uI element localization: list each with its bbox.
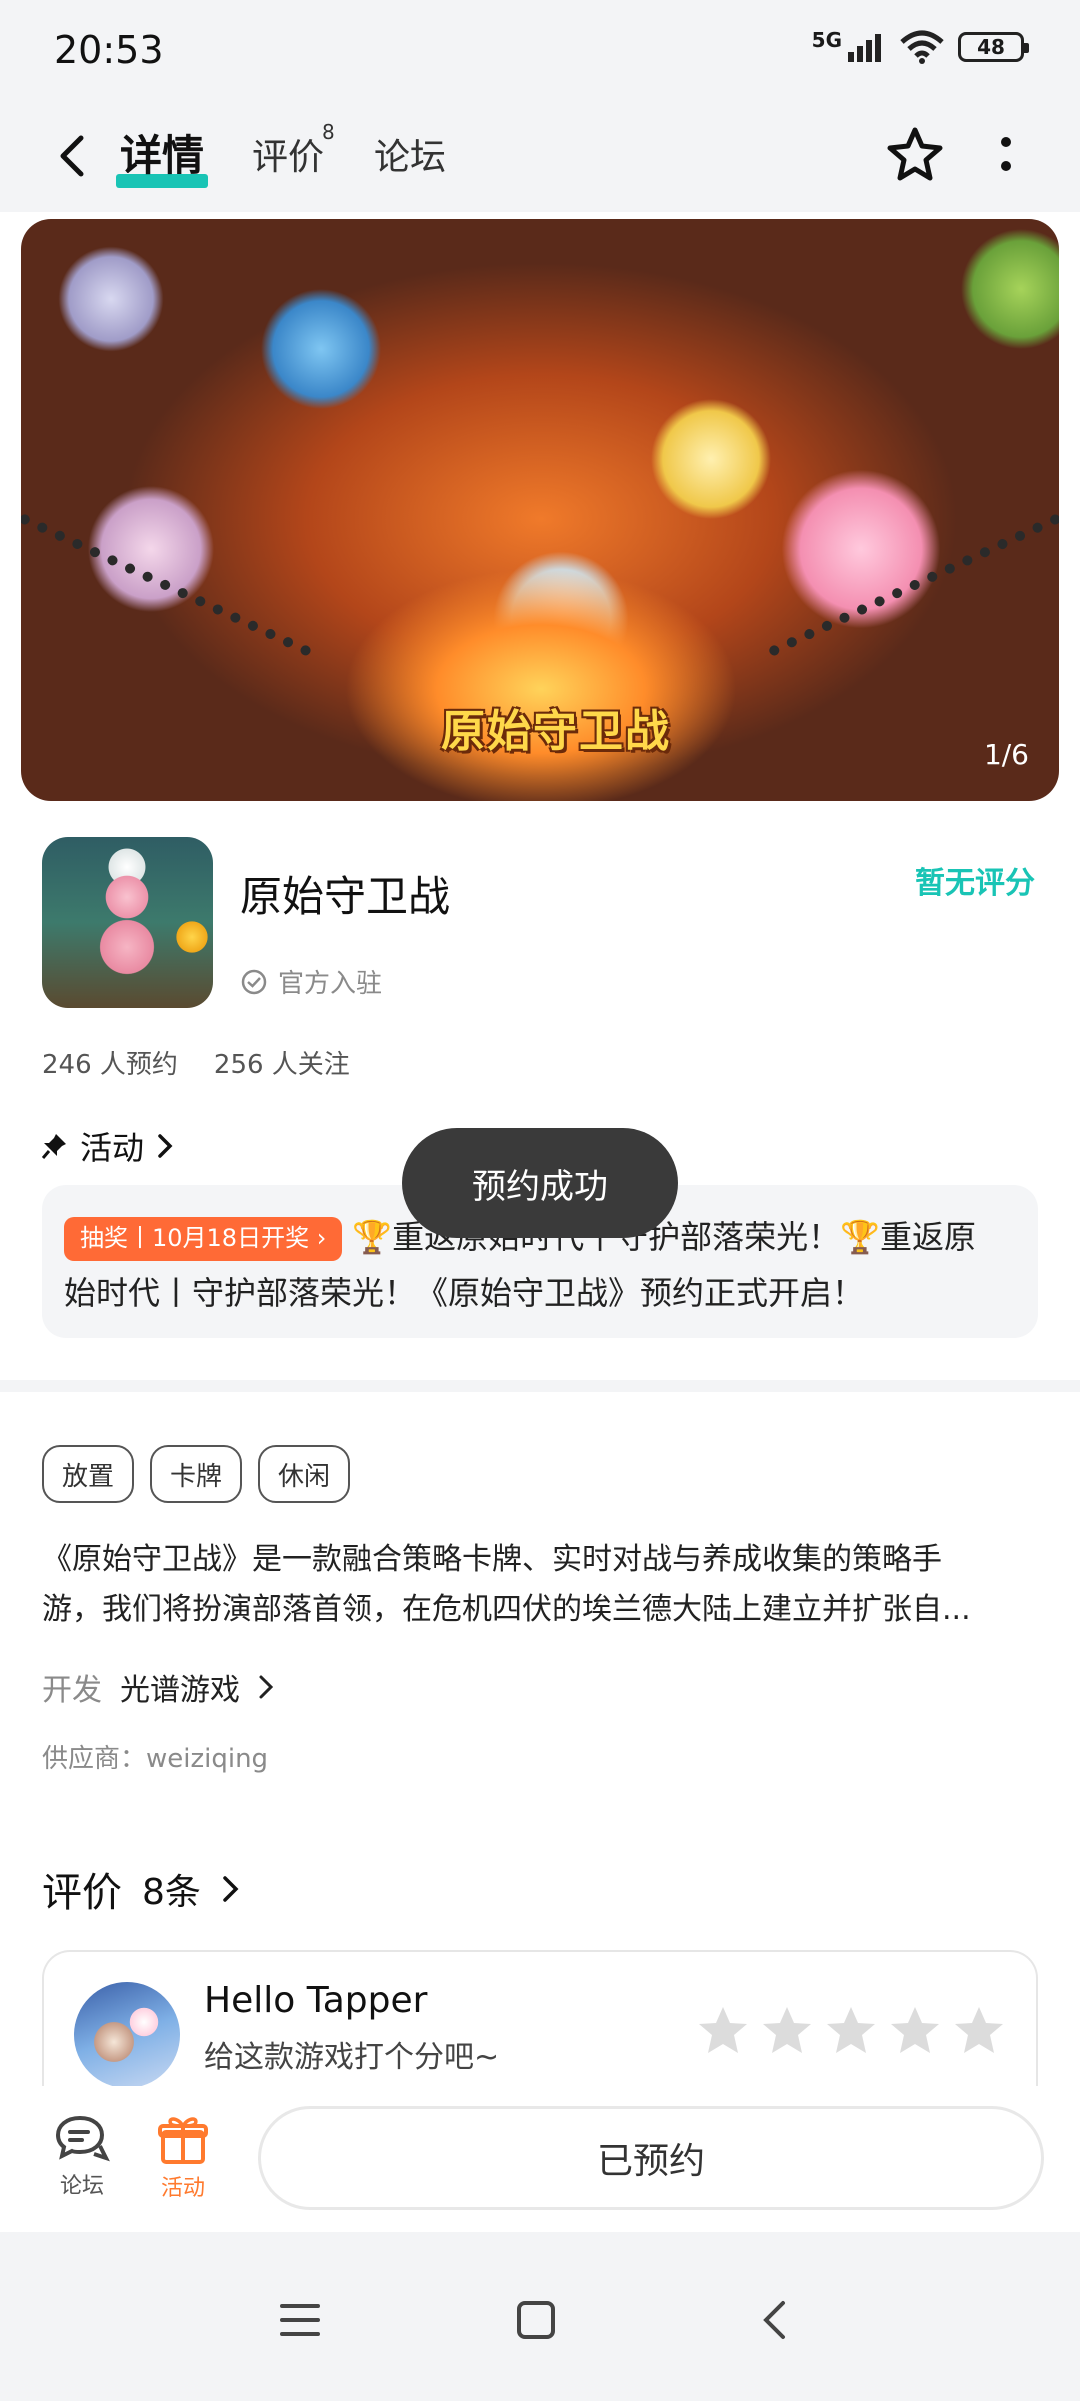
official-label: 官方入驻	[278, 969, 383, 999]
more-icon	[1001, 137, 1011, 171]
system-back-button[interactable]	[744, 2290, 804, 2350]
back-icon	[60, 135, 84, 177]
bottom-action-bar: 论坛 活动 已预约	[0, 2086, 1080, 2232]
status-icons: 5G 48	[811, 28, 1029, 64]
reservation-count: 246 人预约	[42, 1050, 178, 1080]
official-badge: 官方入驻	[240, 963, 382, 1000]
forum-button[interactable]: 论坛	[42, 2112, 122, 2200]
star-icon[interactable]	[760, 2004, 814, 2058]
trophy-icon: 🏆	[840, 1218, 881, 1256]
game-title: 原始守卫战	[240, 872, 451, 921]
rate-prompt-card: Hello Tapper 给这款游戏打个分吧~	[42, 1950, 1038, 2090]
rate-hint: 给这款游戏打个分吧~	[204, 2040, 500, 2075]
system-nav-bar	[0, 2232, 1080, 2401]
toast-message: 预约成功	[402, 1128, 678, 1238]
banner-carousel[interactable]: 原始守卫战 1/6	[21, 219, 1059, 801]
banner-counter: 1/6	[983, 738, 1029, 771]
lottery-tag[interactable]: 抽奖丨10月18日开奖 ›	[64, 1217, 343, 1261]
rating-stars	[696, 2004, 1006, 2058]
favorite-button[interactable]	[884, 124, 946, 186]
avatar	[74, 1982, 180, 2088]
forum-icon	[55, 2115, 110, 2162]
top-nav: 详情 评价 8 论坛	[0, 100, 1080, 212]
wifi-icon	[900, 30, 944, 64]
chevron-right-icon	[259, 1675, 274, 1699]
activity-label: 活动	[80, 1129, 145, 1167]
activity-header[interactable]: 活动	[42, 1123, 174, 1169]
game-icon	[42, 837, 213, 1008]
description-line-1: 《原始守卫战》是一款融合策略卡牌、实时对战与养成收集的策略手	[42, 1542, 942, 1577]
signal-icon	[848, 34, 881, 62]
reviews-header[interactable]: 评价 8条	[42, 1860, 241, 1918]
menu-button[interactable]	[270, 2290, 330, 2350]
star-icon[interactable]	[888, 2004, 942, 2058]
tab-forum[interactable]: 论坛	[374, 128, 446, 180]
status-time: 20:53	[54, 28, 164, 72]
reviews-title: 评价	[42, 1870, 122, 1916]
battery-indicator: 48	[958, 32, 1029, 62]
activity-text-2: 始时代丨守护部落荣光！《原始守卫战》预约正式开启！	[64, 1274, 865, 1312]
game-stats: 246 人预约 256 人关注	[42, 1044, 350, 1081]
activity-button[interactable]: 活动	[143, 2112, 223, 2202]
status-bar: 20:53 5G 48	[0, 0, 1080, 100]
tab-detail[interactable]: 详情	[120, 122, 204, 183]
verified-icon	[241, 969, 267, 994]
supplier-text: 供应商：weiziqing	[42, 1744, 269, 1774]
genre-tags: 放置 卡牌 休闲	[42, 1445, 351, 1503]
back-button[interactable]	[44, 128, 100, 184]
follower-count: 256 人关注	[213, 1050, 350, 1080]
gift-icon	[158, 2117, 208, 2164]
reserved-button[interactable]: 已预约	[258, 2106, 1044, 2210]
forum-label: 论坛	[59, 2174, 104, 2199]
home-button[interactable]	[506, 2290, 566, 2350]
home-icon	[517, 2301, 555, 2339]
activity-tab-label: 活动	[160, 2176, 205, 2201]
rating-text: 暂无评分	[915, 866, 1035, 901]
developer-name: 光谱游戏	[120, 1673, 240, 1708]
back-nav-icon	[763, 2301, 785, 2339]
user-name: Hello Tapper	[204, 1980, 428, 2021]
trophy-icon: 🏆	[352, 1218, 393, 1256]
tag-item[interactable]: 休闲	[258, 1445, 351, 1503]
description-line-2: 游，我们将扮演部落首领，在危机四伏的埃兰德大陆上建立并扩张自...	[42, 1592, 971, 1627]
review-count-badge: 8	[322, 120, 335, 144]
game-description[interactable]: 《原始守卫战》是一款融合策略卡牌、实时对战与养成收集的策略手 游，我们将扮演部落…	[42, 1535, 1038, 1635]
section-divider	[0, 1380, 1080, 1392]
menu-icon	[280, 2304, 320, 2336]
developer-row[interactable]: 开发 光谱游戏	[42, 1665, 274, 1709]
star-icon[interactable]	[824, 2004, 878, 2058]
more-button[interactable]	[988, 130, 1024, 182]
activity-text-1b: 重返原	[880, 1218, 977, 1256]
tag-item[interactable]: 放置	[42, 1445, 135, 1503]
tab-review[interactable]: 评价	[252, 128, 324, 180]
banner-chain-left	[21, 512, 313, 676]
banner-chain-right	[767, 512, 1059, 676]
developer-label: 开发	[42, 1673, 102, 1708]
star-outline-icon	[887, 127, 943, 181]
tag-item[interactable]: 卡牌	[150, 1445, 243, 1503]
chevron-right-icon	[223, 1876, 239, 1902]
banner-logo: 原始守卫战	[441, 706, 671, 757]
star-icon[interactable]	[696, 2004, 750, 2058]
star-icon[interactable]	[952, 2004, 1006, 2058]
pin-icon	[42, 1134, 66, 1159]
reviews-count: 8条	[142, 1872, 201, 1913]
network-label: 5G	[811, 28, 842, 52]
chevron-right-icon	[158, 1134, 173, 1158]
